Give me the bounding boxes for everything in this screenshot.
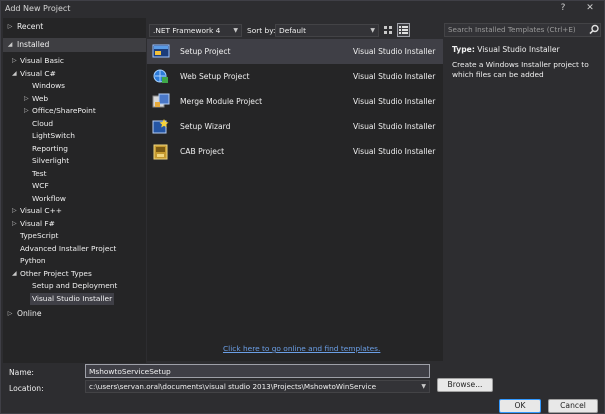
location-dropdown[interactable]: c:\users\servan.oral\documents\visual st… xyxy=(85,380,430,393)
tree-item[interactable]: Visual Basic xyxy=(20,55,64,67)
tree-item[interactable]: Office/SharePoint xyxy=(32,105,96,117)
tree-item[interactable]: Python xyxy=(20,255,46,267)
type-label: Type: xyxy=(452,45,475,54)
tree-item[interactable]: Cloud xyxy=(32,118,53,130)
expand-arrow-icon[interactable]: ▷ xyxy=(12,218,17,230)
tree-item[interactable]: Windows xyxy=(32,80,65,92)
category-recent[interactable]: ▷ Recent xyxy=(3,20,146,33)
grid-view-icon xyxy=(384,26,392,34)
template-item[interactable]: Merge Module Project Visual Studio Instal… xyxy=(147,89,443,114)
location-label: Location: xyxy=(9,384,44,393)
ok-button[interactable]: OK xyxy=(499,399,541,413)
expand-arrow-icon[interactable]: ▷ xyxy=(24,105,29,117)
project-template-icon xyxy=(152,93,170,110)
template-name: Setup Wizard xyxy=(180,122,231,131)
project-template-icon xyxy=(152,118,170,135)
chevron-down-icon: ▼ xyxy=(233,27,238,34)
category-installed-label: Installed xyxy=(17,40,50,49)
template-item[interactable]: Setup Wizard Visual Studio Installer xyxy=(147,114,443,139)
template-item[interactable]: CAB Project Visual Studio Installer xyxy=(147,139,443,164)
tree-item[interactable]: Visual C# xyxy=(20,68,56,80)
chevron-down-icon: ▼ xyxy=(370,27,375,34)
collapse-arrow-icon: ◢ xyxy=(7,41,13,48)
template-type-label: Visual Studio Installer xyxy=(353,72,436,81)
category-online[interactable]: ▷ Online xyxy=(3,307,146,320)
expand-arrow-icon[interactable]: ▷ xyxy=(12,55,17,67)
tree-item[interactable]: Web xyxy=(32,93,48,105)
name-label: Name: xyxy=(9,368,34,377)
tree-item[interactable]: Test xyxy=(32,168,47,180)
template-type-label: Visual Studio Installer xyxy=(353,47,436,56)
project-name-input[interactable] xyxy=(85,364,430,378)
sort-value: Default xyxy=(279,26,307,35)
tree-item[interactable]: Setup and Deployment xyxy=(32,280,117,292)
tree-item[interactable]: Other Project Types xyxy=(20,268,92,280)
template-details-panel: Type: Visual Studio Installer Create a W… xyxy=(447,39,604,361)
collapse-arrow-icon[interactable]: ◢ xyxy=(12,268,17,280)
tree-item[interactable]: Visual Studio Installer xyxy=(30,292,115,305)
tree-item[interactable]: Workflow xyxy=(32,193,66,205)
template-item[interactable]: Web Setup Project Visual Studio Installer xyxy=(147,64,443,89)
tree-item[interactable]: Visual F# xyxy=(20,218,55,230)
location-value: c:\users\servan.oral\documents\visual st… xyxy=(89,382,376,391)
template-name: Merge Module Project xyxy=(180,97,263,106)
dialog-title: Add New Project xyxy=(5,4,71,13)
template-name: CAB Project xyxy=(180,147,225,156)
close-button[interactable]: ✕ xyxy=(577,1,603,15)
title-bar: Add New Project ? ✕ xyxy=(1,1,604,16)
search-icon[interactable] xyxy=(589,24,600,35)
sort-dropdown[interactable]: Default ▼ xyxy=(275,24,379,37)
tree-item[interactable]: Silverlight xyxy=(32,155,69,167)
template-item[interactable]: Setup Project Visual Studio Installer xyxy=(147,39,443,64)
tree-item[interactable]: TypeScript xyxy=(20,230,58,242)
help-button[interactable]: ? xyxy=(552,1,574,15)
project-template-icon xyxy=(152,43,170,60)
category-installed[interactable]: ◢ Installed xyxy=(3,38,146,52)
collapse-arrow-icon[interactable]: ◢ xyxy=(12,68,17,80)
tree-item[interactable]: WCF xyxy=(32,180,49,192)
list-view-icon xyxy=(399,26,408,34)
template-name: Setup Project xyxy=(180,47,231,56)
template-type-label: Visual Studio Installer xyxy=(353,147,436,156)
expand-arrow-icon: ▷ xyxy=(7,310,13,317)
list-view-button[interactable] xyxy=(397,23,410,37)
expand-arrow-icon: ▷ xyxy=(7,23,13,30)
browse-button[interactable]: Browse... xyxy=(437,378,493,392)
tree-item[interactable]: Reporting xyxy=(32,143,68,155)
template-type: Type: Visual Studio Installer xyxy=(452,45,560,54)
framework-value: .NET Framework 4 xyxy=(153,26,221,35)
cancel-button[interactable]: Cancel xyxy=(548,399,598,413)
expand-arrow-icon[interactable]: ▷ xyxy=(24,93,29,105)
type-value: Visual Studio Installer xyxy=(477,45,560,54)
template-type-label: Visual Studio Installer xyxy=(353,122,436,131)
category-online-label: Online xyxy=(17,309,42,318)
search-templates-input[interactable]: Search Installed Templates (Ctrl+E) xyxy=(444,23,601,37)
category-recent-label: Recent xyxy=(17,22,44,31)
online-templates-link[interactable]: Click here to go online and find templat… xyxy=(223,344,380,353)
add-new-project-dialog: Add New Project ? ✕ ▷ Recent ◢ Installed… xyxy=(0,0,605,414)
framework-dropdown[interactable]: .NET Framework 4 ▼ xyxy=(149,24,242,37)
tree-item[interactable]: LightSwitch xyxy=(32,130,75,142)
project-template-icon xyxy=(152,143,170,160)
project-template-icon xyxy=(152,68,170,85)
tree-item[interactable]: Advanced Installer Project xyxy=(20,243,116,255)
search-placeholder: Search Installed Templates (Ctrl+E) xyxy=(448,25,576,34)
chevron-down-icon: ▼ xyxy=(421,383,426,390)
small-icons-view-button[interactable] xyxy=(382,23,395,37)
sort-by-label: Sort by: xyxy=(247,26,276,35)
template-category-panel: ▷ Recent ◢ Installed ▷ Visual Basic ◢ Visua… xyxy=(3,18,146,363)
template-description: Create a Windows Installer project to wh… xyxy=(452,60,589,79)
template-list: Setup Project Visual Studio Installer Web … xyxy=(147,39,443,361)
template-type-label: Visual Studio Installer xyxy=(353,97,436,106)
tree-item[interactable]: Visual C++ xyxy=(20,205,62,217)
expand-arrow-icon[interactable]: ▷ xyxy=(12,205,17,217)
template-name: Web Setup Project xyxy=(180,72,250,81)
